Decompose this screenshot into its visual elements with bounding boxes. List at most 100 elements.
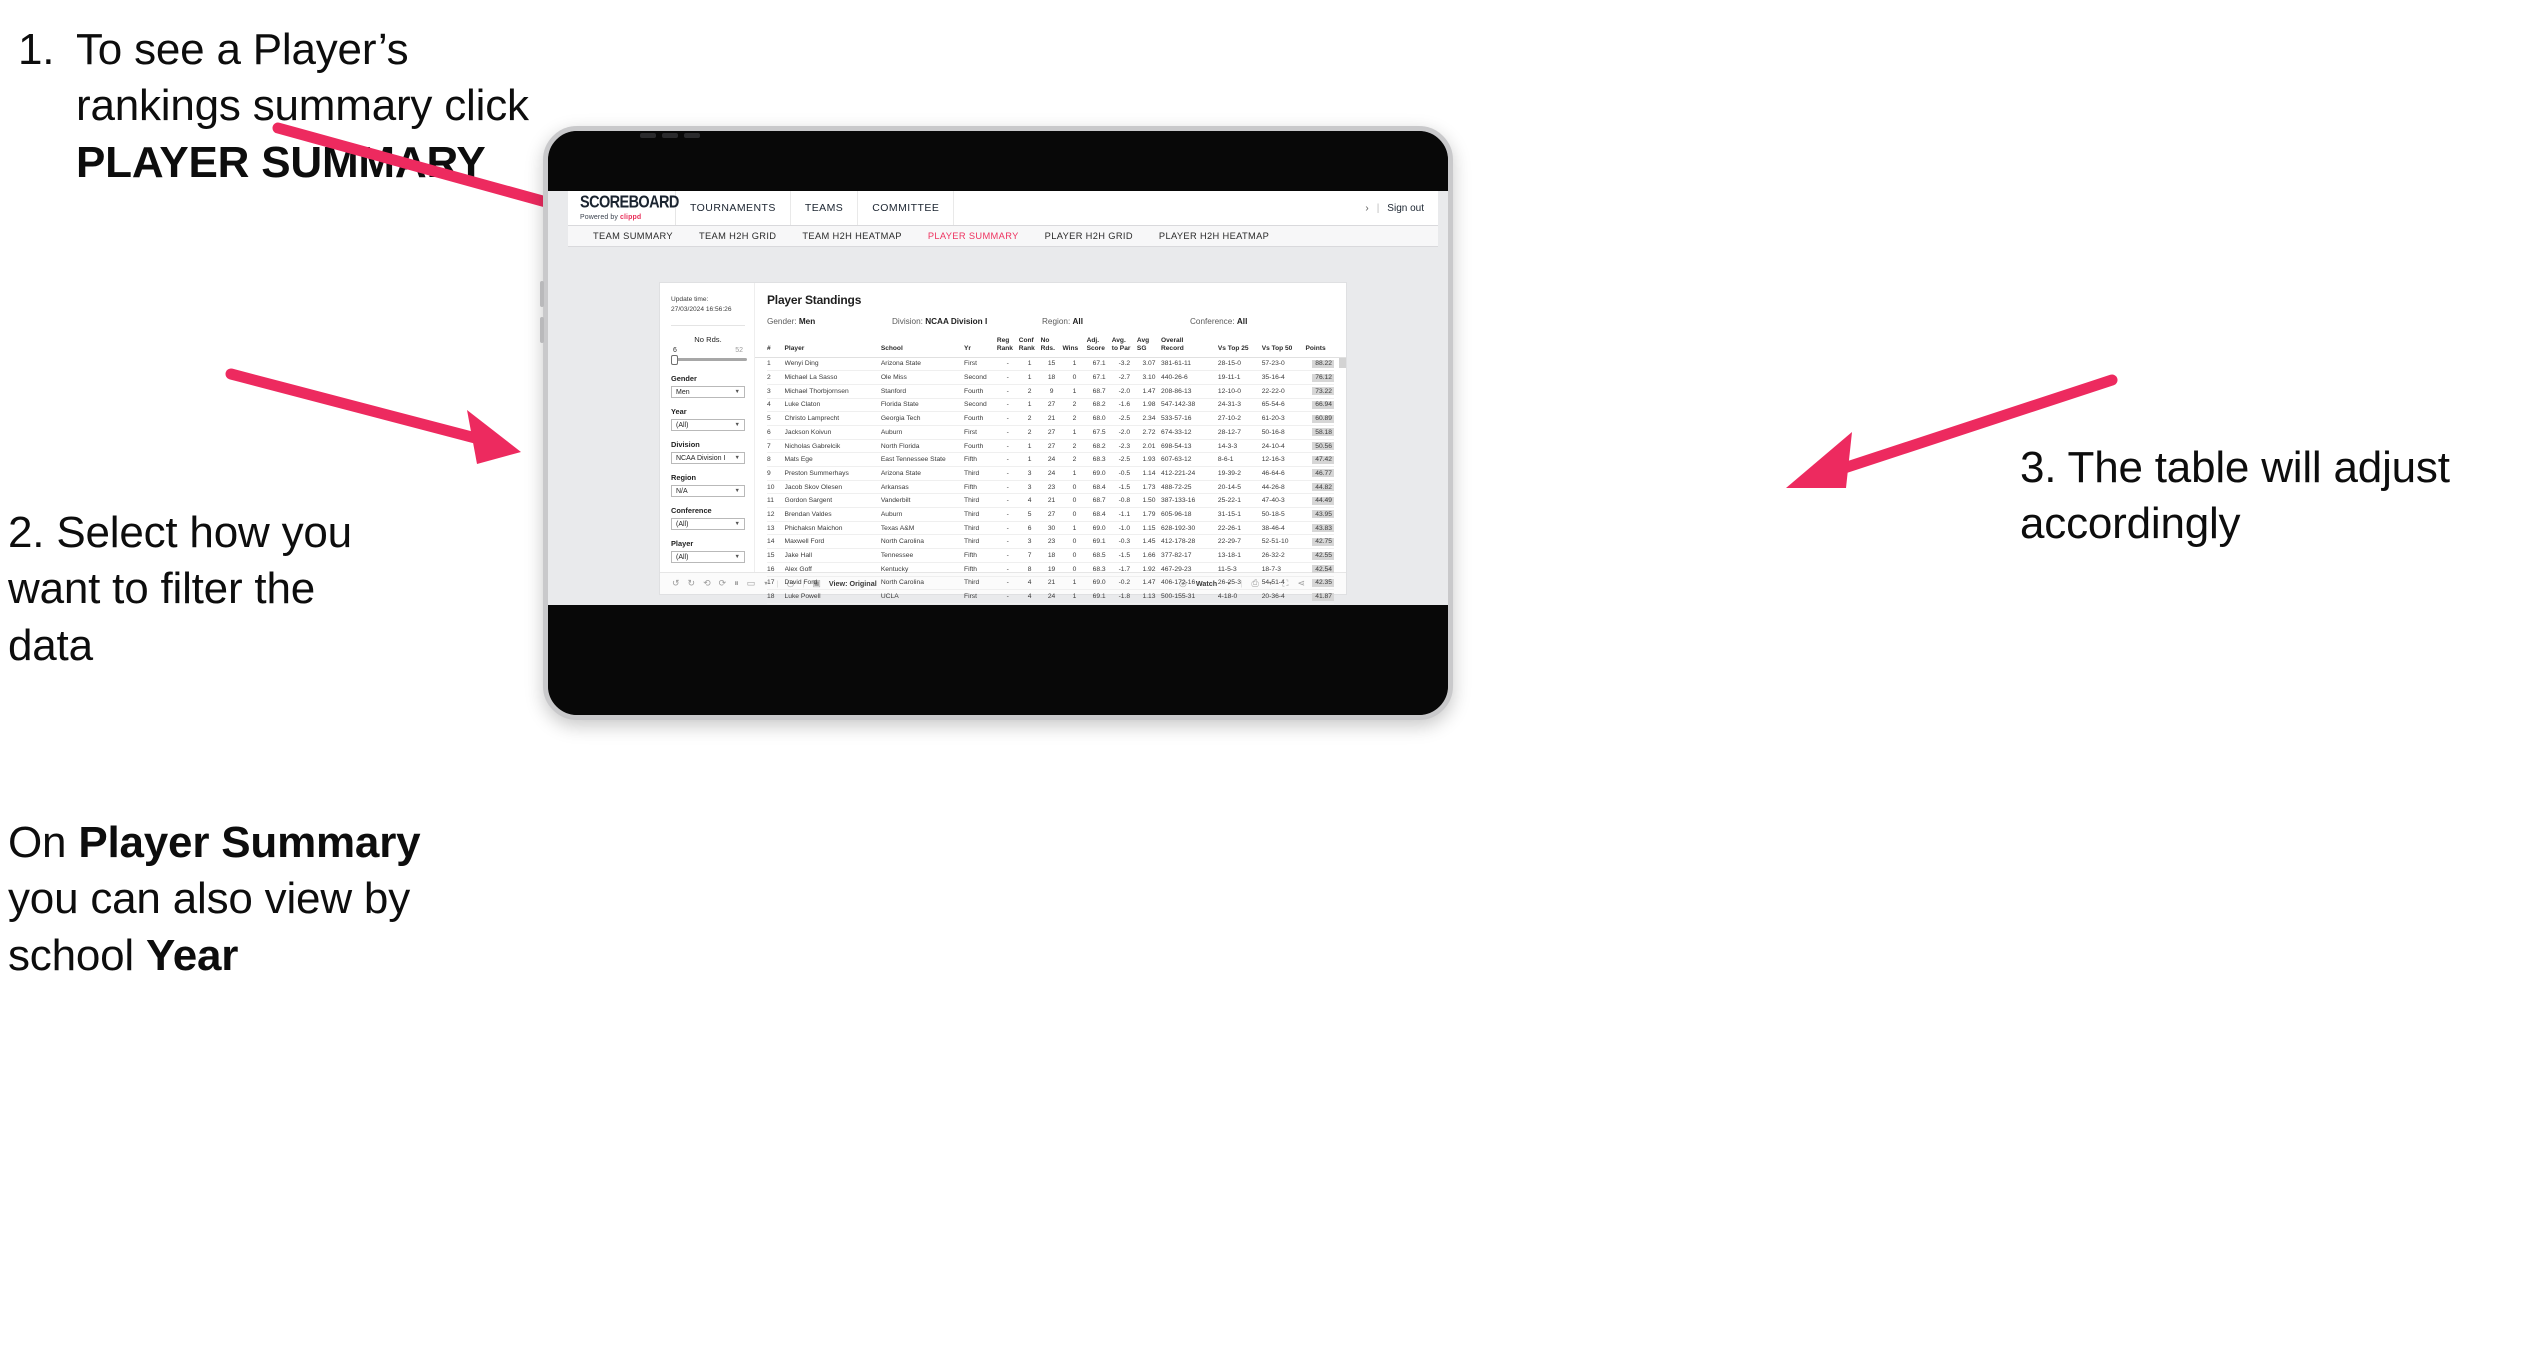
cell-yr: Fifth <box>964 480 997 495</box>
nav-item-tournaments[interactable]: TOURNAMENTS <box>676 191 791 225</box>
points-value: 46.77 <box>1312 469 1334 478</box>
tab-team-h2h-grid[interactable]: TEAM H2H GRID <box>686 231 789 241</box>
table-row[interactable]: 13 Phichaksn Maichon Texas A&M Third -6 30 1 69… <box>767 521 1334 536</box>
redo-icon[interactable]: ↻ <box>688 578 696 589</box>
cell-rec: 387-133-16 <box>1161 493 1218 509</box>
table-row[interactable]: 16 Alex Goff Kentucky Fifth -8 19 0 68.3 -1.7 1.9… <box>767 562 1334 577</box>
tab-player-h2h-grid[interactable]: PLAYER H2H GRID <box>1032 231 1146 241</box>
tablet-volume-button-down[interactable] <box>540 317 544 343</box>
table-row[interactable]: 17 David Ford North Carolina Third -4 21 1 69.0… <box>767 576 1334 591</box>
table-row[interactable]: 18 Luke Powell UCLA First -4 24 1 69.1 -1.8 1.13 5… <box>767 589 1334 604</box>
note-bold-player-summary: Player Summary <box>78 818 421 867</box>
table-row[interactable]: 14 Maxwell Ford North Carolina Third -3 23 0 69… <box>767 534 1334 550</box>
col-rank[interactable]: # <box>767 337 785 357</box>
cell-rr: - <box>996 398 1019 413</box>
table-row[interactable]: 6 Jackson Koivun Auburn First -2 27 1 67.5 -2.0 2… <box>767 425 1334 440</box>
summary-division-label: Division: <box>892 317 926 326</box>
table-row[interactable]: 1 Wenyi Ding Arizona State First -1 15 1 67.1 -3… <box>767 357 1334 372</box>
sign-out-link[interactable]: Sign out <box>1387 203 1424 214</box>
no-rounds-slider-track[interactable] <box>671 354 747 365</box>
col-conf-rank[interactable]: Conf Rank <box>1019 337 1041 357</box>
cell-t25: 12-10-0 <box>1217 384 1262 399</box>
revert-icon[interactable]: ⟲ <box>703 578 711 589</box>
undo-icon[interactable]: ↺ <box>672 578 680 589</box>
col-school[interactable]: School <box>881 337 964 357</box>
tablet-speaker-grill-mid <box>662 133 678 138</box>
tab-team-h2h-heatmap[interactable]: TEAM H2H HEATMAP <box>789 231 914 241</box>
col-yr[interactable]: Yr <box>964 337 997 357</box>
cell-yr: Third <box>964 507 997 522</box>
tab-team-summary[interactable]: TEAM SUMMARY <box>580 231 686 241</box>
cell-yr: Third <box>964 576 997 591</box>
filter-player-select[interactable]: (All) ▼ <box>671 551 745 564</box>
cell-t50: 38-46-4 <box>1261 521 1306 536</box>
tablet-volume-button-up[interactable] <box>540 281 544 307</box>
cell-player: Brendan Valdes <box>784 507 881 522</box>
cell-adj: 68.4 <box>1086 507 1112 522</box>
table-row[interactable]: 7 Nicholas Gabrelcik North Florida Fourth -1… <box>767 439 1334 454</box>
logo-powered-text: Powered by <box>580 213 621 221</box>
filter-region-select[interactable]: N/A ▼ <box>671 485 745 498</box>
cell-yr: Fourth <box>964 411 997 426</box>
cell-adj: 69.2 <box>1086 603 1112 605</box>
col-avg-to-par[interactable]: Avg. to Par <box>1112 337 1137 357</box>
col-avg-sg[interactable]: Avg SG <box>1137 337 1161 357</box>
cell-rr: - <box>996 452 1019 468</box>
filter-player-label: Player <box>671 539 694 549</box>
cell-player: David Ford <box>784 576 881 591</box>
table-row[interactable]: 4 Luke Claton Florida State Second -1 27 2 68.2… <box>767 398 1334 413</box>
refresh-data-icon[interactable]: ⟳ <box>719 578 727 589</box>
cell-sg: 1.50 <box>1136 493 1161 509</box>
cell-rec: 547-142-38 <box>1161 398 1218 413</box>
header-divider: | <box>1376 202 1380 214</box>
filter-year-select[interactable]: (All) ▼ <box>671 419 745 432</box>
col-overall-record[interactable]: Overall Record <box>1161 337 1218 357</box>
summary-gender: Gender: Men <box>767 317 892 326</box>
table-row[interactable]: 10 Jacob Skov Olesen Arkansas Fifth -3 23 0 68.… <box>767 480 1334 495</box>
standings-table-body[interactable]: 1 Wenyi Ding Arizona State First -1 15 1 67.1 -3… <box>755 357 1346 605</box>
pause-updates-icon[interactable]: ⏸ <box>734 578 739 589</box>
col-reg-rank[interactable]: Reg Rank <box>997 337 1019 357</box>
cell-adj: 69.1 <box>1086 534 1112 550</box>
nav-item-committee[interactable]: COMMITTEE <box>858 191 955 225</box>
table-row[interactable]: 15 Jake Hall Tennessee Fifth -7 18 0 68.5 -1.5 1.… <box>767 548 1334 563</box>
cell-t50: 20-36-4 <box>1261 589 1306 604</box>
nav-item-teams[interactable]: TEAMS <box>791 191 859 225</box>
col-points[interactable]: Points <box>1305 337 1334 357</box>
app-logo[interactable]: SCOREBOARD Powered by clippd <box>568 191 679 225</box>
table-row[interactable]: 9 Preston Summerhays Arizona State Third -3 2… <box>767 466 1334 481</box>
table-row[interactable]: 3 Michael Thorbjornsen Stanford Fourth -2 9 1 6… <box>767 384 1334 399</box>
cell-pts: 58.18 <box>1305 425 1334 440</box>
table-row[interactable]: 5 Christo Lamprecht Georgia Tech Fourth -2 21… <box>767 411 1334 426</box>
col-wins[interactable]: Wins <box>1063 337 1087 357</box>
no-rounds-slider-handle[interactable] <box>671 354 678 365</box>
col-vs-top-50[interactable]: Vs Top 50 <box>1262 337 1306 357</box>
cell-school: Ole Miss <box>880 370 964 385</box>
cell-adj: 68.7 <box>1086 384 1112 399</box>
table-row[interactable]: 11 Gordon Sargent Vanderbilt Third -4 21 0 68.7… <box>767 493 1334 509</box>
tablet-speaker-grill-right <box>684 133 700 138</box>
filter-division-select[interactable]: NCAA Division I ▼ <box>671 452 745 465</box>
filter-gender-select[interactable]: Men ▼ <box>671 386 745 399</box>
col-vs-top-25[interactable]: Vs Top 25 <box>1218 337 1262 357</box>
col-player[interactable]: Player <box>785 337 881 357</box>
cell-rr: - <box>996 548 1019 563</box>
points-value: 42.75 <box>1312 537 1334 546</box>
table-row[interactable]: 8 Mats Ege East Tennessee State Fifth -1 24 2 6… <box>767 452 1334 468</box>
tab-player-h2h-heatmap[interactable]: PLAYER H2H HEATMAP <box>1146 231 1282 241</box>
cell-cr: 1 <box>1018 357 1041 372</box>
device-layout-icon[interactable]: ▭ <box>747 578 756 589</box>
annotation-step-2-note: On Player Summary you can also view by s… <box>8 815 428 984</box>
table-row[interactable]: 2 Michael La Sasso Ole Miss Second -1 18 0 67.1… <box>767 370 1334 385</box>
col-no-rds[interactable]: No Rds. <box>1041 337 1063 357</box>
cell-rec: 440-26-6 <box>1161 370 1218 385</box>
tab-player-summary[interactable]: PLAYER SUMMARY <box>915 231 1032 241</box>
chevron-right-icon[interactable]: › <box>1365 203 1368 214</box>
table-scrollbar-thumb[interactable] <box>1339 357 1346 368</box>
col-adj-score[interactable]: Adj. Score <box>1087 337 1112 357</box>
cell-par: -2.7 <box>1111 370 1137 385</box>
cell-rr: - <box>996 534 1019 550</box>
table-row[interactable]: 12 Brendan Valdes Auburn Third -5 27 0 68.4 -1.1… <box>767 507 1334 522</box>
table-row[interactable]: 19Tiger ChristensenArizonaThird-523269.2… <box>767 603 1334 605</box>
filter-conference-select[interactable]: (All) ▼ <box>671 518 745 531</box>
